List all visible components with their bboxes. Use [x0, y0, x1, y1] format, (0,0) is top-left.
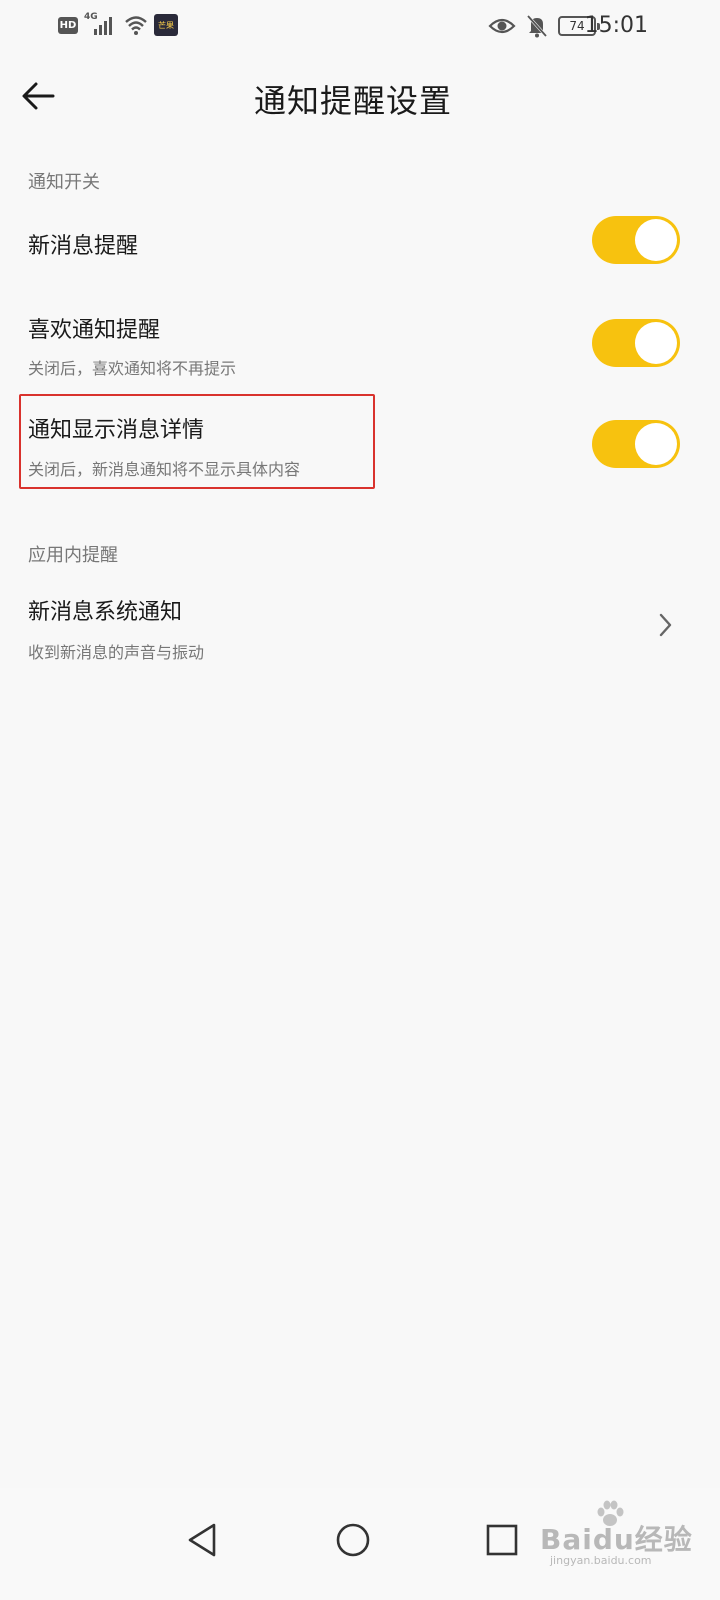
- section-label-notification-switch: 通知开关: [28, 172, 100, 193]
- hd-icon: HD: [58, 16, 78, 34]
- toggle-new-message[interactable]: [592, 216, 680, 264]
- setting-title: 通知显示消息详情: [28, 418, 205, 443]
- setting-title: 新消息系统通知: [28, 600, 183, 625]
- setting-subtitle: 关闭后，喜欢通知将不再提示: [28, 359, 237, 378]
- square-recents-icon: [486, 1524, 518, 1556]
- section-label-in-app-reminder: 应用内提醒: [28, 545, 118, 566]
- toggle-show-message-detail[interactable]: [592, 420, 680, 468]
- circle-home-icon: [336, 1523, 370, 1557]
- chevron-right-icon: [659, 613, 672, 637]
- bell-muted-icon: [526, 14, 548, 38]
- app-notification-icon: 芒果: [154, 14, 178, 36]
- status-left: HD 4G 芒果: [58, 12, 178, 38]
- status-bar: HD 4G 芒果 74 15:01: [0, 0, 720, 52]
- cellular-signal-icon: 4G: [84, 12, 118, 37]
- wifi-icon: [125, 16, 147, 35]
- system-navigation-bar: [0, 1488, 720, 1600]
- toggle-knob: [635, 219, 677, 261]
- nav-back-button[interactable]: [172, 1510, 232, 1570]
- screen: HD 4G 芒果 74 15:01 通知提醒设置 通知开关 新消息提醒 喜欢通知…: [0, 0, 720, 1600]
- nav-recents-button[interactable]: [472, 1510, 532, 1570]
- triangle-back-icon: [188, 1523, 216, 1557]
- eye-icon: [488, 18, 516, 34]
- toggle-like-notification[interactable]: [592, 319, 680, 367]
- setting-title: 喜欢通知提醒: [28, 318, 161, 343]
- toggle-knob: [635, 322, 677, 364]
- app-header: 通知提醒设置: [0, 60, 720, 132]
- page-title: 通知提醒设置: [253, 82, 452, 120]
- toggle-knob: [635, 423, 677, 465]
- status-time: 15:01: [584, 13, 648, 38]
- status-right-icons: 74: [488, 12, 600, 40]
- setting-title: 新消息提醒: [28, 234, 139, 259]
- setting-subtitle: 关闭后，新消息通知将不显示具体内容: [28, 460, 301, 479]
- setting-subtitle: 收到新消息的声音与振动: [28, 643, 205, 662]
- setting-row-system-notification[interactable]: 新消息系统通知 收到新消息的声音与振动: [0, 580, 720, 670]
- nav-home-button[interactable]: [323, 1510, 383, 1570]
